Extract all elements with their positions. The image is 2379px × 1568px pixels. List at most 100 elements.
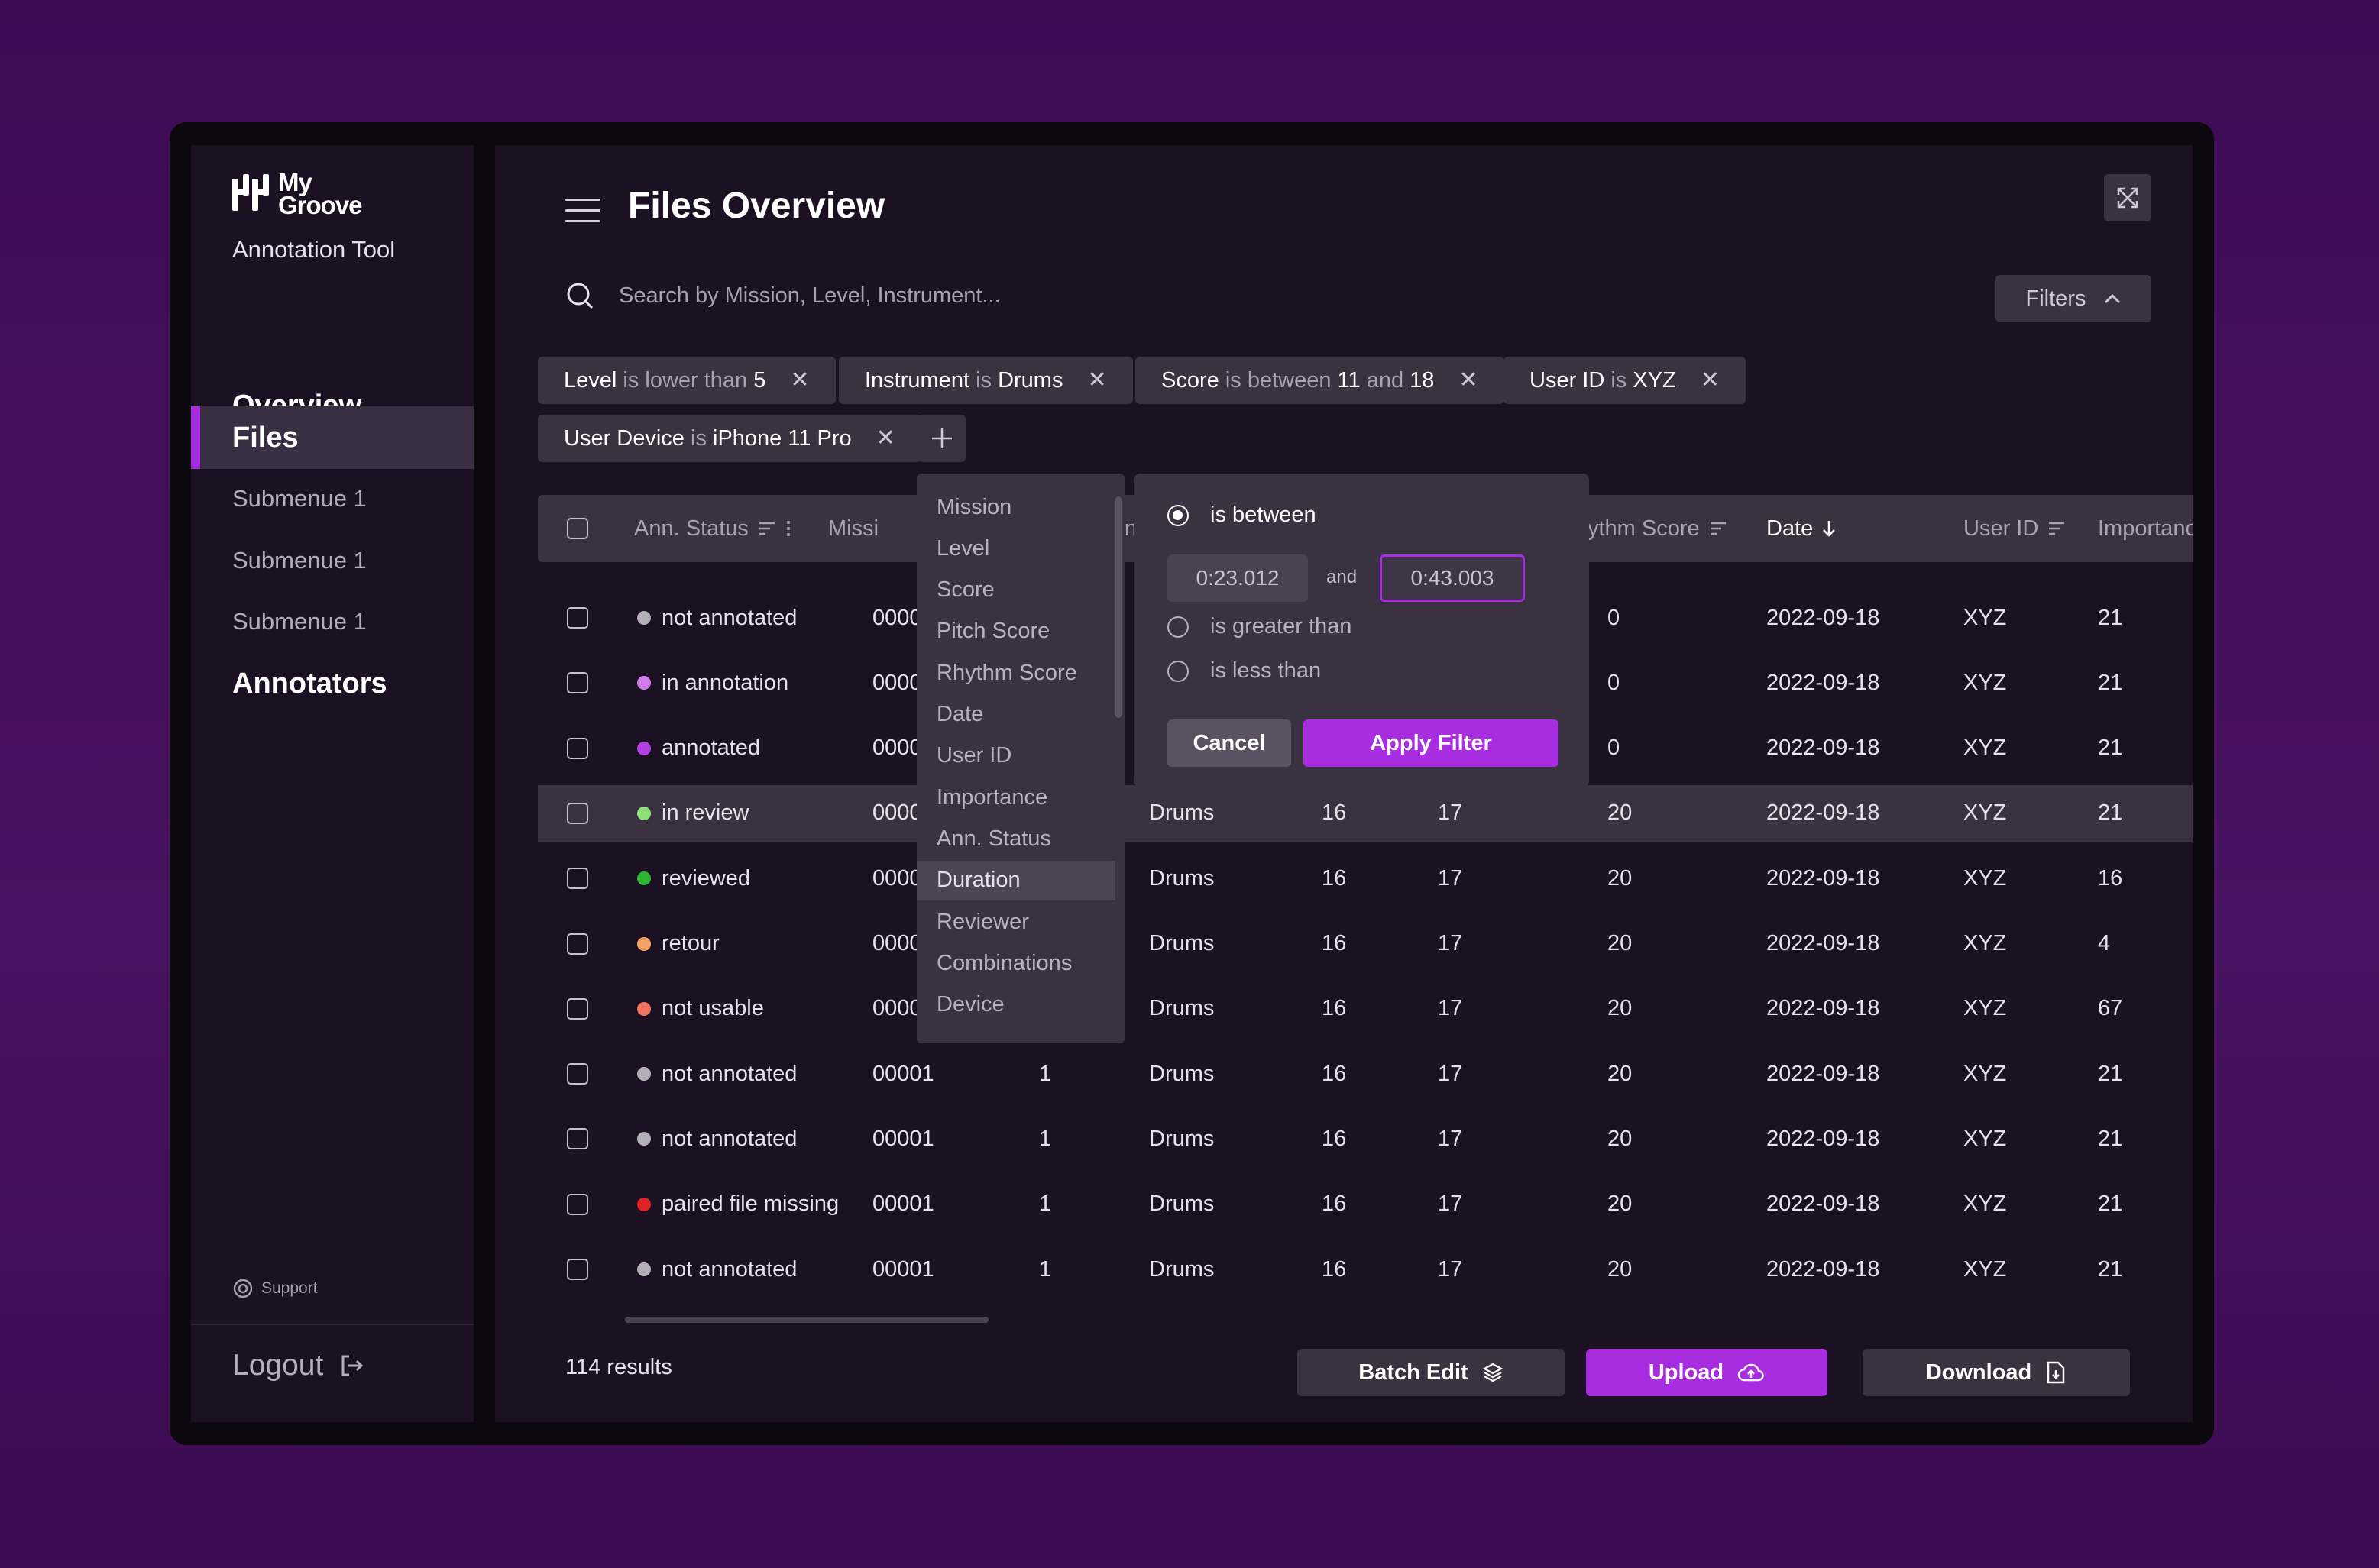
row-checkbox[interactable] [567, 868, 588, 890]
radio-is-greater-than[interactable]: is greater than [1167, 614, 1351, 639]
row-checkbox[interactable] [567, 802, 588, 824]
column-rhythm-score[interactable]: ythm Score [1588, 495, 1727, 562]
menu-icon[interactable] [565, 199, 600, 223]
cell-imp: 21 [2098, 1126, 2123, 1151]
cell-a: 16 [1322, 800, 1347, 826]
status-text: not annotated [662, 1126, 798, 1151]
cell-date: 2022-09-18 [1766, 736, 1880, 761]
cell-user: XYZ [1963, 605, 2007, 630]
table-row[interactable]: retour 0000 Drums 16 17 20 2022-09-18 XYZ 4 [538, 916, 2193, 972]
nav-annotators[interactable]: Annotators [191, 652, 474, 715]
range-from-input[interactable]: 0:23.012 [1167, 554, 1308, 602]
logout-button[interactable]: Logout [232, 1349, 364, 1382]
table-row[interactable]: not usable 0000 Drums 16 17 20 2022-09-18 XYZ 67 [538, 981, 2193, 1037]
row-checkbox[interactable] [567, 672, 588, 694]
filter-chip-user-id[interactable]: User ID is XYZ ✕ [1503, 357, 1746, 404]
dropdown-item[interactable]: Pitch Score [917, 612, 1115, 651]
row-checkbox[interactable] [567, 1063, 588, 1085]
dropdown-item[interactable]: Date [917, 695, 1115, 735]
nav-submenu-1[interactable]: Submenue 1 [191, 467, 474, 530]
row-checkbox[interactable] [567, 933, 588, 955]
table-row[interactable]: reviewed 0000 Drums 16 17 20 2022-09-18 XYZ 16 [538, 850, 2193, 907]
range-to-input[interactable]: 0:43.003 [1380, 554, 1525, 602]
batch-edit-label: Batch Edit [1358, 1359, 1468, 1385]
cell-c: 0 [1607, 605, 1620, 630]
column-ann-status[interactable]: Ann. Status [634, 495, 791, 562]
row-checkbox[interactable] [567, 1128, 588, 1150]
chip-op: is [976, 367, 992, 393]
download-button[interactable]: Download [1863, 1349, 2130, 1396]
filter-chip-level[interactable]: Level is lower than 5 ✕ [538, 357, 836, 404]
dropdown-item[interactable]: Ann. Status [917, 819, 1115, 858]
close-icon[interactable]: ✕ [1087, 369, 1106, 392]
dropdown-item[interactable]: Level [917, 529, 1115, 568]
close-icon[interactable]: ✕ [790, 369, 809, 392]
cell-b: 17 [1438, 1191, 1463, 1217]
cell-a: 16 [1322, 1256, 1347, 1282]
dropdown-item[interactable]: Duration [917, 860, 1115, 900]
add-filter-button[interactable] [918, 415, 966, 462]
filter-field-dropdown: Mission Level Score Pitch Score Rhythm Score… [917, 474, 1125, 1043]
dropdown-scrollbar[interactable] [1115, 496, 1122, 718]
dropdown-item[interactable]: Rhythm Score [917, 653, 1115, 693]
cell-user: XYZ [1963, 931, 2007, 955]
column-importance[interactable]: Importanc [2098, 495, 2193, 562]
chip-op: is lower than [623, 367, 748, 393]
radio-is-less-than[interactable]: is less than [1167, 658, 1321, 684]
cell-date: 2022-09-18 [1766, 865, 1880, 891]
chevron-up-icon [2105, 293, 2121, 304]
logo-mark-icon [232, 174, 270, 214]
filter-chip-user-device[interactable]: User Device is iPhone 11 Pro ✕ [538, 415, 921, 462]
filter-chip-instrument[interactable]: Instrument is Drums ✕ [839, 357, 1133, 404]
column-mission[interactable]: Missi [828, 495, 879, 562]
results-count: 114 results [565, 1355, 672, 1379]
filter-chip-score[interactable]: Score is between 11 and 18 ✕ [1135, 357, 1504, 404]
filters-button[interactable]: Filters [1995, 275, 2151, 322]
close-icon[interactable]: ✕ [876, 427, 895, 450]
dropdown-item[interactable]: Device [917, 985, 1115, 1025]
table-row[interactable]: in review 0000 Drums 16 17 20 2022-09-18 XYZ 21 [538, 784, 2193, 842]
dropdown-item[interactable]: Importance [917, 778, 1115, 817]
expand-button[interactable] [2104, 174, 2151, 221]
table-row[interactable]: not annotated 00001 1 Drums 16 17 20 2022-09-18… [538, 1046, 2193, 1102]
cell-imp: 21 [2098, 736, 2123, 761]
table-row[interactable]: not annotated 00001 1 Drums 16 17 20 2022-09-18… [538, 1111, 2193, 1167]
upload-button[interactable]: Upload [1586, 1349, 1827, 1396]
nav-submenu-2[interactable]: Submenue 1 [191, 529, 474, 592]
radio-is-between[interactable]: is between [1167, 503, 1316, 528]
cell-user: XYZ [1963, 1191, 2007, 1217]
dropdown-item[interactable]: Reviewer [917, 902, 1115, 942]
nav-files[interactable]: Files [191, 406, 474, 469]
cell-c: 20 [1607, 1191, 1633, 1217]
nav-submenu-3[interactable]: Submenue 1 [191, 590, 474, 653]
search-icon [567, 283, 594, 309]
more-vertical-icon[interactable] [785, 520, 791, 537]
batch-edit-button[interactable]: Batch Edit [1297, 1349, 1565, 1396]
table-row[interactable]: paired file missing 00001 1 Drums 16 17 20 2022… [538, 1176, 2193, 1233]
table-row[interactable]: not annotated 00001 1 Drums 16 17 20 2022-09-18… [538, 1241, 2193, 1298]
close-icon[interactable]: ✕ [1701, 369, 1720, 392]
support-link[interactable]: Support [232, 1278, 318, 1299]
dropdown-item[interactable]: User ID [917, 736, 1115, 776]
cell-imp: 16 [2098, 865, 2123, 891]
dropdown-item[interactable]: Score [917, 571, 1115, 610]
logout-label: Logout [232, 1349, 324, 1382]
dropdown-item[interactable]: Mission [917, 487, 1115, 527]
column-date[interactable]: Date [1766, 495, 1836, 562]
row-checkbox[interactable] [567, 997, 588, 1020]
cancel-button[interactable]: Cancel [1167, 719, 1291, 767]
select-all-checkbox[interactable] [567, 518, 588, 539]
cell-user: XYZ [1963, 1061, 2007, 1086]
close-icon[interactable]: ✕ [1458, 369, 1478, 392]
row-checkbox[interactable] [567, 737, 588, 759]
search-input[interactable] [619, 283, 1306, 309]
horizontal-scrollbar[interactable] [625, 1317, 989, 1323]
row-checkbox[interactable] [567, 607, 588, 629]
chip-field: Level [564, 367, 617, 393]
apply-filter-button[interactable]: Apply Filter [1303, 719, 1558, 767]
cell-imp: 21 [2098, 1256, 2123, 1282]
dropdown-item[interactable]: Combinations [917, 943, 1115, 983]
column-user-id[interactable]: User ID [1963, 495, 2066, 562]
row-checkbox[interactable] [567, 1259, 588, 1280]
row-checkbox[interactable] [567, 1193, 588, 1215]
